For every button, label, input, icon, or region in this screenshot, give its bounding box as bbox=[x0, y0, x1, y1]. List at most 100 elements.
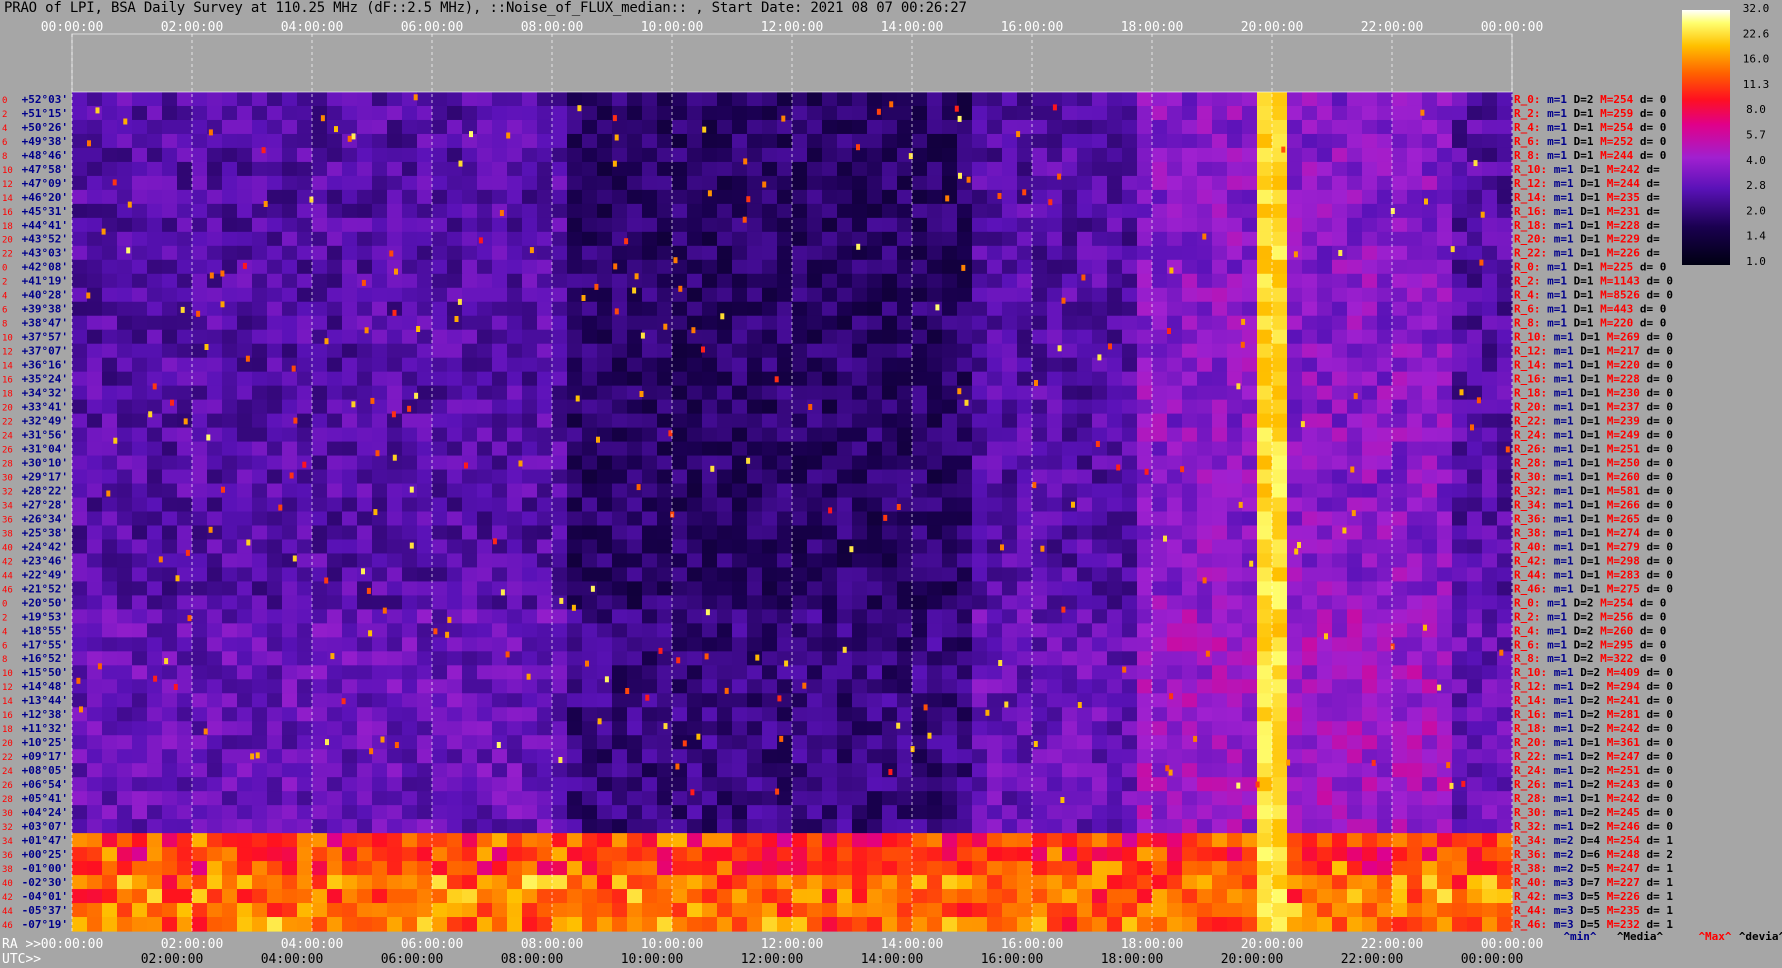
heatmap-cell bbox=[522, 287, 538, 303]
heatmap-cell bbox=[237, 511, 253, 527]
heatmap-cell bbox=[222, 413, 238, 429]
heatmap-cell bbox=[342, 315, 358, 331]
heatmap-cell bbox=[1332, 609, 1348, 624]
heatmap-cell bbox=[687, 133, 703, 149]
heatmap-cell bbox=[1422, 567, 1438, 583]
heatmap-cell bbox=[852, 693, 868, 708]
heatmap-cell bbox=[1257, 441, 1273, 457]
heatmap-cell bbox=[1437, 287, 1453, 303]
heatmap-cell bbox=[222, 721, 238, 736]
heatmap-cell bbox=[732, 287, 748, 303]
heatmap-cell bbox=[117, 231, 133, 247]
heatmap-cell bbox=[312, 721, 328, 736]
heatmap-cell bbox=[942, 189, 958, 205]
heatmap-cell bbox=[1077, 189, 1093, 205]
heatmap-cell bbox=[852, 427, 868, 443]
heatmap-cell bbox=[1392, 175, 1408, 191]
heatmap-cell bbox=[1422, 259, 1438, 275]
heatmap-cell bbox=[972, 287, 988, 303]
heatmap-cell bbox=[972, 553, 988, 569]
heatmap-cell bbox=[1482, 651, 1498, 666]
heatmap-cell bbox=[297, 147, 313, 163]
heatmap-cell bbox=[1257, 315, 1273, 331]
heatmap-cell bbox=[1152, 147, 1168, 163]
heatmap-cell bbox=[72, 413, 88, 429]
heatmap-cell bbox=[447, 777, 463, 792]
heatmap-cell bbox=[447, 567, 463, 583]
heatmap-cell bbox=[1062, 427, 1078, 443]
heatmap-cell bbox=[402, 301, 418, 317]
heatmap-cell bbox=[417, 259, 433, 275]
heatmap-cell bbox=[372, 217, 388, 233]
heatmap-cell bbox=[222, 637, 238, 652]
heatmap-cell bbox=[327, 385, 343, 401]
heatmap-cell bbox=[72, 287, 88, 303]
heatmap-cell bbox=[822, 721, 838, 736]
heatmap-cell bbox=[927, 133, 943, 149]
heatmap-cell bbox=[612, 175, 628, 191]
heatmap-cell bbox=[582, 525, 598, 541]
heatmap-cell bbox=[477, 203, 493, 219]
heatmap-cell bbox=[552, 567, 568, 583]
heatmap-cell bbox=[1212, 483, 1228, 499]
heatmap-cell bbox=[1362, 623, 1378, 638]
heatmap-cell bbox=[1317, 791, 1333, 806]
heatmap-cell bbox=[387, 357, 403, 373]
heatmap-cell bbox=[642, 777, 658, 792]
heatmap-cell bbox=[1467, 273, 1483, 289]
heatmap-cell bbox=[627, 707, 643, 722]
heatmap-cell bbox=[177, 581, 193, 596]
heatmap-cell bbox=[372, 133, 388, 149]
heatmap-cell bbox=[1242, 539, 1258, 555]
heatmap-cell bbox=[102, 245, 118, 261]
heatmap-cell bbox=[1347, 371, 1363, 387]
heatmap-cell bbox=[462, 651, 478, 666]
heatmap-cell bbox=[1092, 595, 1108, 610]
heatmap-cell bbox=[477, 581, 493, 596]
heatmap-cell bbox=[1062, 203, 1078, 219]
heatmap-cell bbox=[1107, 539, 1123, 555]
heatmap-cell bbox=[1377, 483, 1393, 499]
heatmap-cell bbox=[72, 273, 88, 289]
heatmap-cell bbox=[792, 791, 808, 806]
heatmap-cell bbox=[987, 763, 1003, 778]
heatmap-cell bbox=[702, 763, 718, 778]
heatmap-cell bbox=[1362, 329, 1378, 345]
heatmap-cell bbox=[432, 357, 448, 373]
heatmap-cell bbox=[207, 511, 223, 527]
heatmap-cell bbox=[897, 371, 913, 387]
heatmap-cell bbox=[357, 637, 373, 652]
heatmap-cell bbox=[117, 147, 133, 163]
heatmap-cell bbox=[627, 735, 643, 750]
heatmap-cell bbox=[402, 357, 418, 373]
heatmap-cell bbox=[1122, 525, 1138, 541]
heatmap-cell bbox=[1167, 357, 1183, 373]
heatmap-cell bbox=[1032, 609, 1048, 624]
heatmap-cell bbox=[102, 133, 118, 149]
heatmap-cell bbox=[1452, 231, 1468, 247]
heatmap-cell bbox=[132, 721, 148, 736]
heatmap-cell bbox=[1482, 609, 1498, 624]
heatmap-cell bbox=[717, 357, 733, 373]
heatmap-cell bbox=[297, 385, 313, 401]
heatmap-cell bbox=[1092, 119, 1108, 135]
heatmap-cell bbox=[642, 749, 658, 764]
heatmap-cell bbox=[597, 441, 613, 457]
heatmap-cell bbox=[942, 399, 958, 415]
heatmap-cell bbox=[687, 483, 703, 499]
heatmap-cell bbox=[537, 287, 553, 303]
heatmap-cell bbox=[447, 791, 463, 806]
heatmap-cell bbox=[387, 497, 403, 513]
heatmap-cell bbox=[1332, 189, 1348, 205]
heatmap-cell bbox=[282, 203, 298, 219]
heatmap-cell bbox=[1122, 693, 1138, 708]
heatmap-cell bbox=[927, 203, 943, 219]
heatmap-cell bbox=[1272, 651, 1288, 666]
heatmap-cell bbox=[1287, 581, 1303, 596]
heatmap-cell bbox=[867, 483, 883, 499]
heatmap-cell bbox=[492, 147, 508, 163]
heatmap-cell bbox=[897, 231, 913, 247]
heatmap-cell bbox=[1332, 315, 1348, 331]
heatmap-cell bbox=[507, 553, 523, 569]
heatmap-cell bbox=[342, 119, 358, 135]
